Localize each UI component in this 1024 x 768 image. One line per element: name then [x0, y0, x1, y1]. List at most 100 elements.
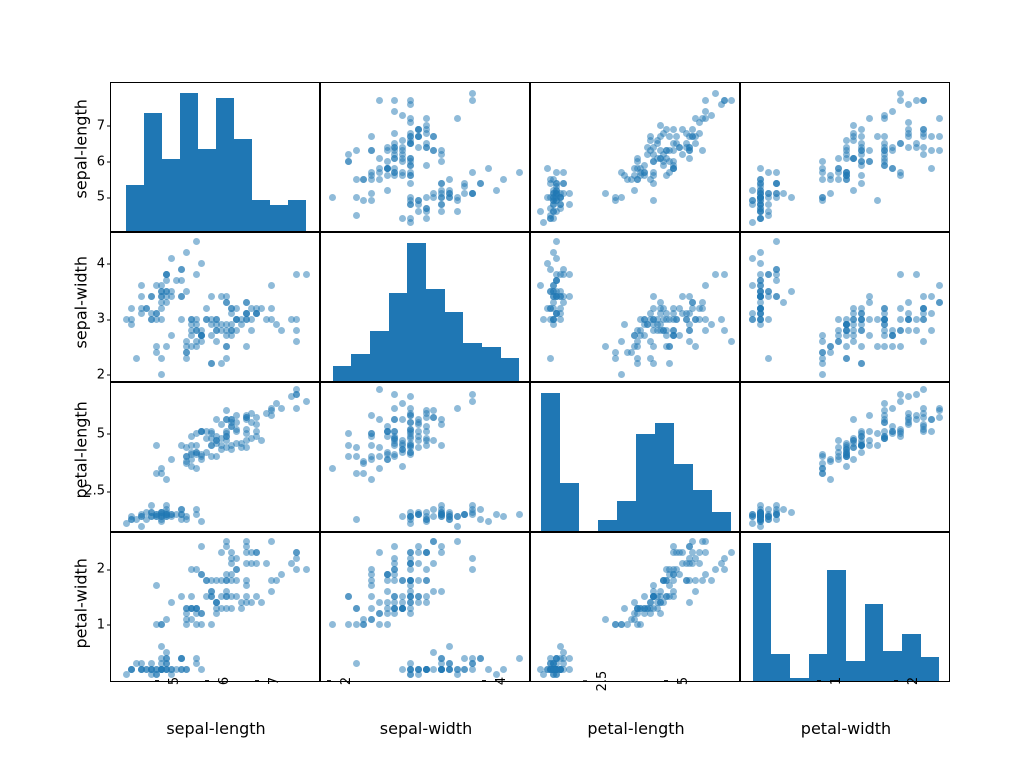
scatter-point: [391, 130, 398, 137]
scatter-point: [438, 549, 445, 556]
scatter-point: [858, 126, 865, 133]
scatter-point: [268, 282, 275, 289]
scatter-point: [657, 610, 664, 617]
scatter-point: [243, 538, 250, 545]
scatter-point: [757, 249, 764, 256]
scatter-point: [345, 151, 352, 158]
scatter-point: [644, 605, 651, 612]
cell-sepal-length-vs-sepal-width: [320, 82, 530, 232]
scatter-point: [423, 566, 430, 573]
scatter-point: [702, 282, 709, 289]
scatter-point: [485, 165, 492, 172]
scatter-point: [233, 566, 240, 573]
scatter-point: [163, 271, 170, 278]
cell-petal-width-vs-sepal-width: 24sepal-width: [320, 532, 530, 682]
scatter-point: [897, 140, 904, 147]
hist-bar: [712, 512, 731, 531]
scatter-point: [407, 194, 414, 201]
scatter-point: [138, 282, 145, 289]
scatter-point: [368, 442, 375, 449]
scatter-point: [699, 147, 706, 154]
scatter-point: [188, 433, 195, 440]
scatter-point: [415, 666, 422, 673]
scatter-point: [920, 316, 927, 323]
scatter-point: [765, 288, 772, 295]
scatter-point: [557, 190, 564, 197]
scatter-point: [258, 599, 265, 606]
scatter-point: [423, 577, 430, 584]
scatter-point: [391, 543, 398, 550]
scatter-point: [673, 133, 680, 140]
scatter-point: [438, 666, 445, 673]
scatter-point: [920, 133, 927, 140]
scatter-point: [765, 169, 772, 176]
scatter-point: [178, 655, 185, 662]
scatter-point: [293, 549, 300, 556]
scatter-point: [647, 137, 654, 144]
scatter-point: [213, 453, 220, 460]
scatter-point: [560, 169, 567, 176]
scatter-point: [446, 187, 453, 194]
scatter-point: [702, 316, 709, 323]
scatter-point: [683, 577, 690, 584]
scatter-point: [905, 119, 912, 126]
scatter-point: [430, 560, 437, 567]
hist-bar: [617, 501, 636, 531]
scatter-point: [384, 621, 391, 628]
hist-bar: [674, 464, 693, 531]
hist-bar: [636, 434, 655, 531]
scatter-point: [153, 343, 160, 350]
scatter-point: [773, 502, 780, 509]
scatter-point: [228, 419, 235, 426]
scatter-point: [183, 288, 190, 295]
scatter-point: [493, 511, 500, 518]
scatter-point: [391, 405, 398, 412]
x-tick: 5: [161, 677, 182, 685]
scatter-point: [423, 442, 430, 449]
scatter-point: [253, 428, 260, 435]
scatter-point: [178, 293, 185, 300]
scatter-point: [920, 151, 927, 158]
scatter-point: [773, 180, 780, 187]
scatter-point: [438, 588, 445, 595]
scatter-point: [193, 605, 200, 612]
y-axis-label: petal-length: [72, 419, 91, 499]
scatter-point: [353, 470, 360, 477]
scatter-point: [208, 360, 215, 367]
scatter-point: [384, 456, 391, 463]
scatter-point: [765, 194, 772, 201]
scatter-point: [843, 451, 850, 458]
cell-petal-width-vs-sepal-length: 12petal-width567sepal-length: [110, 532, 320, 682]
scatter-point: [881, 435, 888, 442]
scatter-point: [163, 343, 170, 350]
scatter-point: [788, 194, 795, 201]
hist-bar: [407, 243, 426, 381]
scatter-point: [391, 555, 398, 562]
scatter-point: [692, 140, 699, 147]
scatter-point: [223, 571, 230, 578]
scatter-point: [712, 271, 719, 278]
scatter-point: [819, 169, 826, 176]
scatter-point: [223, 593, 230, 600]
scatter-point: [780, 506, 787, 513]
scatter-point: [749, 316, 756, 323]
scatter-point: [248, 327, 255, 334]
scatter-point: [376, 165, 383, 172]
scatter-point: [913, 391, 920, 398]
scatter-point: [773, 169, 780, 176]
scatter-point: [128, 516, 135, 523]
scatter-point: [360, 470, 367, 477]
scatter-point: [243, 343, 250, 350]
scatter-point: [650, 343, 657, 350]
scatter-point: [692, 588, 699, 595]
scatter-point: [650, 197, 657, 204]
scatter-point: [765, 212, 772, 219]
scatter-point: [602, 343, 609, 350]
scatter-point: [850, 440, 857, 447]
scatter-point: [353, 176, 360, 183]
scatter-point: [423, 593, 430, 600]
scatter-point: [193, 238, 200, 245]
scatter-point: [158, 371, 165, 378]
scatter-point: [477, 655, 484, 662]
hist-bar: [445, 312, 464, 381]
